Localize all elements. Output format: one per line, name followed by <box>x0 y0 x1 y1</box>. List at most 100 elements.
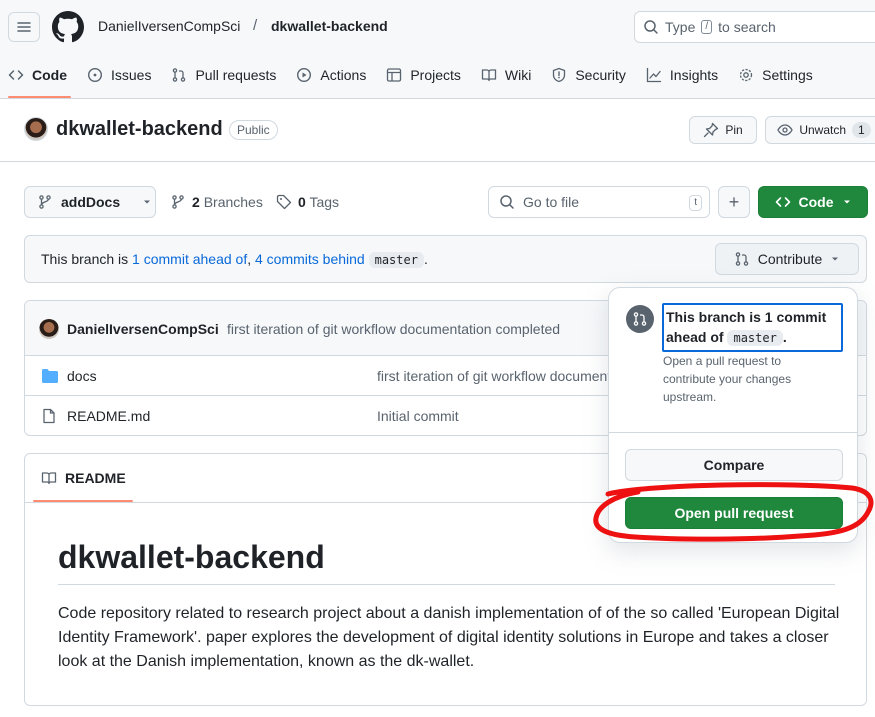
open-pull-request-button[interactable]: Open pull request <box>625 497 843 529</box>
file-name[interactable]: docs <box>67 368 97 384</box>
tag-icon <box>276 194 292 210</box>
compare-label: Compare <box>703 457 765 473</box>
pin-button[interactable]: Pin <box>689 116 757 144</box>
plus-icon: + <box>728 191 740 212</box>
github-logo-icon[interactable] <box>52 11 84 43</box>
unwatch-button[interactable]: Unwatch 1 <box>765 116 875 144</box>
search-placeholder-post: to search <box>718 19 776 35</box>
tab-label: Projects <box>410 67 461 83</box>
go-to-file-shortcut: t <box>689 195 702 211</box>
book-icon <box>481 69 497 82</box>
tab-label: Code <box>32 67 67 83</box>
commits-behind-link[interactable]: 4 commits behind <box>255 251 365 267</box>
branch-status-suffix: . <box>423 251 428 267</box>
tab-label: Settings <box>762 67 813 83</box>
contribute-popover: This branch is 1 commit ahead of master.… <box>608 287 858 543</box>
branch-status-text: This branch is 1 commit ahead of, 4 comm… <box>41 251 428 268</box>
compare-button[interactable]: Compare <box>625 449 843 481</box>
search-icon <box>500 195 514 209</box>
eye-icon <box>777 124 794 136</box>
repo-nav-tabs: Code Issues Pull requests Actions Projec… <box>0 58 825 98</box>
tab-label: Wiki <box>504 67 532 83</box>
branch-status-comma: , <box>247 251 255 267</box>
caret-down-icon <box>832 257 839 261</box>
divider <box>0 161 875 162</box>
caret-down-icon <box>843 200 850 204</box>
owner-avatar[interactable] <box>24 117 48 141</box>
watch-count: 1 <box>852 122 871 138</box>
base-branch-label: master <box>727 330 783 346</box>
visibility-badge: Public <box>229 120 278 140</box>
commit-author[interactable]: DanielIversenCompSci <box>67 321 219 337</box>
readme-body: Code repository related to research proj… <box>58 605 840 670</box>
tab-code[interactable]: Code <box>0 58 79 98</box>
divider <box>58 584 835 585</box>
global-search-input[interactable]: Type / to search <box>634 11 875 43</box>
repo-title[interactable]: dkwallet-backend <box>56 118 223 141</box>
go-to-file-input[interactable]: Go to file t <box>488 186 710 218</box>
search-icon <box>644 20 658 34</box>
commit-message[interactable]: first iteration of git workflow document… <box>227 321 560 337</box>
tab-issues[interactable]: Issues <box>79 58 163 92</box>
popover-title: This branch is 1 commit ahead of master. <box>662 303 843 352</box>
pull-request-icon <box>173 68 186 82</box>
folder-icon <box>42 369 58 383</box>
pull-request-icon <box>626 305 654 333</box>
tab-actions[interactable]: Actions <box>288 58 378 92</box>
readme-tab[interactable]: README <box>41 470 126 486</box>
popover-title-suffix: . <box>782 329 787 345</box>
file-commit-message[interactable]: Initial commit <box>377 408 459 424</box>
pull-request-icon <box>735 252 748 266</box>
graph-icon <box>646 67 662 83</box>
tab-label: Actions <box>320 67 367 83</box>
hamburger-icon <box>17 22 31 32</box>
tags-label: Tags <box>309 194 340 210</box>
branch-status-prefix: This branch is <box>41 251 133 267</box>
book-icon <box>41 472 57 485</box>
file-name[interactable]: README.md <box>67 408 150 424</box>
breadcrumb-repo[interactable]: dkwallet-backend <box>271 18 388 34</box>
tags-count: 0 <box>298 194 306 210</box>
open-pr-label: Open pull request <box>674 505 794 521</box>
go-to-file-placeholder: Go to file <box>523 194 580 210</box>
readme-heading: dkwallet-backend <box>58 539 325 575</box>
issue-icon <box>87 67 103 83</box>
file-icon <box>43 408 55 424</box>
search-placeholder-pre: Type <box>665 19 696 35</box>
contribute-button[interactable]: Contribute <box>715 243 859 275</box>
tab-pull-requests[interactable]: Pull requests <box>163 58 288 92</box>
branch-name: addDocs <box>61 194 121 210</box>
code-button-label: Code <box>798 194 834 210</box>
git-branch-icon <box>172 195 184 209</box>
add-file-button[interactable]: + <box>718 186 750 218</box>
commits-ahead-link[interactable]: 1 commit ahead of <box>132 251 247 267</box>
avatar[interactable] <box>39 319 59 339</box>
pin-label: Pin <box>725 123 743 137</box>
tab-wiki[interactable]: Wiki <box>473 58 543 92</box>
code-icon <box>8 70 24 80</box>
branches-link[interactable]: 2 Branches <box>170 194 263 210</box>
git-branch-icon <box>39 195 51 209</box>
menu-button[interactable] <box>8 12 40 42</box>
tab-label: Insights <box>669 67 719 83</box>
tab-settings[interactable]: Settings <box>730 58 825 92</box>
caret-down-icon <box>144 200 151 204</box>
pin-icon <box>704 122 719 138</box>
tab-label: Issues <box>111 67 152 83</box>
base-branch-label: master <box>368 252 424 268</box>
tab-security[interactable]: Security <box>543 58 638 92</box>
divider <box>609 432 857 433</box>
tags-link[interactable]: 0 Tags <box>276 194 339 210</box>
shield-icon <box>553 67 566 83</box>
code-dropdown-button[interactable]: Code <box>758 186 868 218</box>
tab-insights[interactable]: Insights <box>638 58 730 92</box>
contribute-label: Contribute <box>757 251 823 267</box>
branch-selector[interactable]: addDocs <box>24 186 156 218</box>
gear-icon <box>740 68 753 82</box>
repo-header-bar: DanielIversenCompSci / dkwallet-backend … <box>0 0 875 99</box>
search-shortcut-key: / <box>701 20 713 34</box>
branches-count: 2 <box>192 194 200 210</box>
tab-projects[interactable]: Projects <box>378 58 473 92</box>
breadcrumb-owner[interactable]: DanielIversenCompSci <box>98 18 240 34</box>
breadcrumb-separator: / <box>253 17 258 34</box>
